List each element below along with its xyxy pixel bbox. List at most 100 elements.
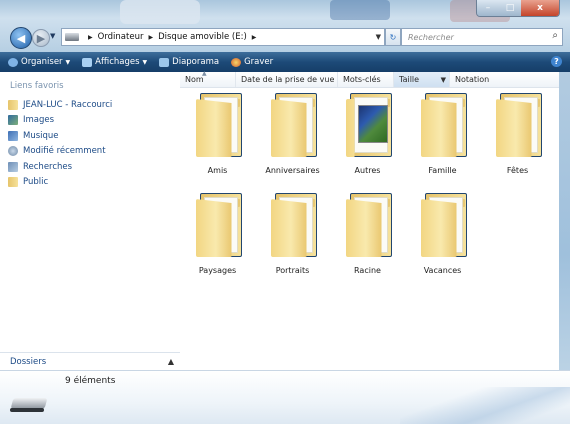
folder-item[interactable]: Amis <box>180 93 255 175</box>
folder-item[interactable]: Vacances <box>405 193 480 275</box>
column-label: Taille <box>399 75 420 84</box>
photo-thumbnail <box>357 105 388 143</box>
folder-name: Vacances <box>423 266 462 275</box>
address-bar[interactable]: ▶ Ordinateur ▶ Disque amovible (E:) ▶ ▼ <box>61 28 385 46</box>
column-tags[interactable]: Mots-clés <box>338 72 394 87</box>
folder-icon <box>270 193 317 257</box>
folder-name: Fêtes <box>506 166 529 175</box>
background-glass <box>120 0 200 24</box>
breadcrumb-computer[interactable]: Ordinateur <box>98 32 144 42</box>
favorite-recent[interactable]: Modifié récemment <box>8 144 112 160</box>
folder-icon <box>345 93 392 157</box>
folder-name: Amis <box>207 166 228 175</box>
organize-label: Organiser <box>21 57 63 67</box>
search-folder-icon <box>8 161 18 172</box>
close-button[interactable]: x <box>521 0 559 16</box>
column-headers: ▲ Nom Date de la prise de vue Mots-clés … <box>180 70 559 88</box>
slideshow-icon <box>159 57 170 67</box>
refresh-button[interactable]: ↻ <box>385 28 401 46</box>
organize-icon <box>8 57 18 67</box>
command-toolbar: Organiser ▼ Affichages ▼ Diaporama Grave… <box>0 52 570 72</box>
file-list-pane: ▲ Nom Date de la prise de vue Mots-clés … <box>180 70 559 370</box>
organize-button[interactable]: Organiser ▼ <box>8 57 70 67</box>
column-label: Mots-clés <box>343 75 381 84</box>
folder-name: Famille <box>428 166 457 175</box>
minimize-button[interactable]: – <box>477 0 499 16</box>
burn-button[interactable]: Graver <box>231 57 273 67</box>
back-button[interactable]: ◀ <box>10 27 32 49</box>
column-name[interactable]: ▲ Nom <box>180 70 236 87</box>
chevron-down-icon: ▼ <box>65 58 71 66</box>
folder-item[interactable]: Paysages <box>180 193 255 275</box>
views-label: Affichages <box>95 57 140 67</box>
favorite-public[interactable]: Public <box>8 175 112 191</box>
column-label: Nom <box>185 75 204 84</box>
folder-icon <box>195 93 242 157</box>
favorite-label: Musique <box>23 130 59 141</box>
caption-buttons: – □ x <box>476 0 560 17</box>
explorer-window: – □ x ◀ ▶ ▼ ▶ Ordinateur ▶ Disque amovib… <box>0 0 570 424</box>
views-button[interactable]: Affichages ▼ <box>82 57 147 67</box>
folder-item[interactable]: Autres <box>330 93 405 175</box>
navigation-pane: Liens favoris JEAN-LUC - Raccourci Image… <box>0 72 181 371</box>
favorite-images[interactable]: Images <box>8 113 112 129</box>
folder-name: Anniversaires <box>265 166 320 175</box>
folder-item[interactable]: Famille <box>405 93 480 175</box>
folder-item[interactable]: Fêtes <box>480 93 555 175</box>
folder-icon <box>8 99 18 110</box>
column-label: Notation <box>455 75 490 84</box>
recent-icon <box>8 146 18 157</box>
slideshow-button[interactable]: Diaporama <box>159 57 219 67</box>
search-box[interactable]: ⌕ <box>401 28 563 46</box>
breadcrumb-separator-icon[interactable]: ▶ <box>88 34 93 41</box>
background-swoosh <box>400 387 570 424</box>
breadcrumb-separator-icon[interactable]: ▶ <box>148 34 153 41</box>
slideshow-label: Diaporama <box>172 57 220 67</box>
folder-icon <box>195 193 242 257</box>
title-bar: – □ x ◀ ▶ ▼ ▶ Ordinateur ▶ Disque amovib… <box>0 0 570 52</box>
favorite-label: Public <box>23 177 49 188</box>
folders-toggle[interactable]: Dossiers ▲ <box>0 352 180 371</box>
column-size[interactable]: Taille ▼ <box>394 72 450 87</box>
chevron-down-icon[interactable]: ▼ <box>441 76 446 84</box>
help-icon[interactable]: ? <box>551 56 562 67</box>
pictures-icon <box>8 115 18 126</box>
sort-indicator-icon: ▲ <box>202 70 207 77</box>
column-rating[interactable]: Notation <box>450 72 559 87</box>
folder-icon <box>420 193 467 257</box>
favorite-label: JEAN-LUC - Raccourci <box>23 99 113 110</box>
folder-icon <box>345 193 392 257</box>
folder-item[interactable]: Anniversaires <box>255 93 330 175</box>
burn-label: Graver <box>244 57 274 67</box>
maximize-button[interactable]: □ <box>499 0 521 16</box>
burn-icon <box>231 57 242 67</box>
background-glass <box>330 0 390 20</box>
folder-item[interactable]: Racine <box>330 193 405 275</box>
favorite-jean-luc[interactable]: JEAN-LUC - Raccourci <box>8 97 112 113</box>
breadcrumb-separator-icon[interactable]: ▶ <box>252 34 257 41</box>
chevron-up-icon[interactable]: ▲ <box>168 357 174 366</box>
breadcrumb-removable-disk[interactable]: Disque amovible (E:) <box>158 32 247 42</box>
folder-icon <box>495 93 542 157</box>
history-dropdown-icon[interactable]: ▼ <box>50 32 55 40</box>
chevron-down-icon: ▼ <box>142 58 148 66</box>
favorite-label: Images <box>23 115 55 126</box>
item-count: 9 éléments <box>65 376 116 386</box>
address-dropdown-icon[interactable]: ▼ <box>376 33 381 41</box>
search-input[interactable] <box>406 31 540 43</box>
folder-name: Racine <box>354 266 381 275</box>
folders-label: Dossiers <box>10 357 47 367</box>
favorites-header: Liens favoris <box>10 81 64 91</box>
folder-name: Paysages <box>198 266 237 275</box>
column-date-taken[interactable]: Date de la prise de vue <box>236 72 338 87</box>
views-icon <box>82 57 93 67</box>
folder-item[interactable]: Portraits <box>255 193 330 275</box>
favorite-music[interactable]: Musique <box>8 128 112 144</box>
drive-icon <box>65 33 79 41</box>
removable-drive-icon <box>8 393 48 415</box>
forward-button[interactable]: ▶ <box>32 29 50 47</box>
favorite-searches[interactable]: Recherches <box>8 159 112 175</box>
search-icon[interactable]: ⌕ <box>552 30 558 41</box>
navigation-bar: ◀ ▶ ▼ ▶ Ordinateur ▶ Disque amovible (E:… <box>0 26 570 49</box>
favorites-list: JEAN-LUC - Raccourci Images Musique Modi… <box>8 97 112 190</box>
